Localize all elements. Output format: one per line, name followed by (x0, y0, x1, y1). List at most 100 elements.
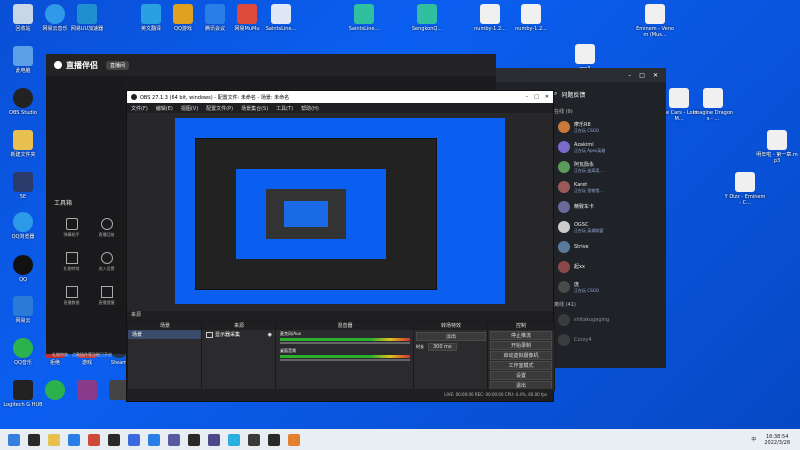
desktop-icon-file-numby2[interactable]: numby-1.2... (510, 4, 552, 32)
desktop-icon-file-sengkon[interactable]: SengkonQ... (406, 4, 448, 32)
desktop-icon-qq-browser[interactable]: QQ浏览器 (2, 212, 44, 240)
menu-scenes[interactable]: 场景集合(S) (241, 105, 268, 112)
maximize-button[interactable]: □ (534, 94, 539, 100)
tool-gift[interactable]: 礼物特效 (54, 250, 89, 284)
app-icon[interactable] (128, 433, 140, 446)
app-icon[interactable] (228, 433, 240, 446)
system-tray: 中 16:38:54 2022/3/28 (751, 434, 790, 446)
taskbar: 中 16:38:54 2022/3/28 (0, 429, 800, 450)
friend-item[interactable]: 庞正在玩 CSGO (554, 277, 664, 297)
desktop-icon-file-saints[interactable]: SaintsLine... (343, 4, 385, 32)
desktop-icon-folder[interactable]: 新建文件夹 (2, 130, 44, 158)
studio-mode-button[interactable]: 工作室模式 (490, 361, 552, 370)
menu-file[interactable]: 文件(F) (131, 105, 148, 112)
avatar (558, 141, 570, 153)
chart-icon (65, 286, 78, 298)
nested-preview-inner2 (266, 189, 346, 239)
settings-button[interactable]: 设置 (490, 371, 552, 380)
virtual-camera-button[interactable]: 启动虚拟摄像机 (490, 351, 552, 360)
volume-slider[interactable] (280, 342, 410, 344)
obs-menubar: 文件(F) 编辑(E) 视图(V) 配置文件(P) 场景集合(S) 工具(T) … (127, 103, 553, 113)
obs-window: OBS 27.1.3 (64 bit, windows) - 配置文件: 未命名… (126, 90, 555, 402)
folder-icon[interactable] (48, 433, 60, 446)
minimize-button[interactable]: – (526, 94, 529, 100)
tool-data[interactable]: 直播数据 (54, 284, 89, 318)
language-indicator[interactable]: 中 (751, 436, 756, 443)
avatar (558, 314, 570, 326)
edge-icon[interactable] (68, 433, 80, 446)
desktop-icon-uu[interactable]: 网易UU加速器 (66, 4, 108, 32)
source-item[interactable]: 显示器采集 ◉ (202, 330, 276, 339)
search-icon[interactable] (28, 433, 40, 446)
friend-item[interactable]: Strive (554, 237, 664, 257)
transition-select[interactable]: 淡出 (416, 332, 486, 341)
friend-item[interactable]: Karet 正在玩 怪物猎... (554, 177, 664, 197)
obs-preview[interactable] (175, 118, 505, 304)
friend-item[interactable]: 阿瓦励永 正在玩 逃离塔... (554, 157, 664, 177)
menu-view[interactable]: 视图(V) (181, 105, 198, 112)
app-icon[interactable] (108, 433, 120, 446)
friend-item[interactable]: 摩乐R8 正在玩 CSGO (554, 117, 664, 137)
app-icon[interactable] (288, 433, 300, 446)
app-icon[interactable] (88, 433, 100, 446)
close-button[interactable]: ✕ (545, 94, 549, 100)
app-icon[interactable] (208, 433, 220, 446)
tab-live[interactable]: 直播间 (106, 60, 130, 70)
friend-item[interactable]: Azakimi 正在玩 Apex英雄 (554, 137, 664, 157)
stop-streaming-button[interactable]: 停止推流 (490, 331, 552, 340)
monitor-icon (206, 331, 213, 338)
desktop-icon-obs[interactable]: OBS Studio (2, 88, 44, 116)
obs-taskbar-icon[interactable] (188, 433, 200, 446)
tool-remind[interactable]: 直播提醒 (89, 284, 124, 318)
mixer-dock: 混音器 麦克风/Aux 桌面音频 (275, 321, 415, 391)
tool-replay[interactable]: 直播回放 (89, 216, 124, 250)
friend-item[interactable]: 起xx (554, 257, 664, 277)
tool-settings[interactable]: 进入设置 (89, 250, 124, 284)
desktop-icon-mp3-eminem[interactable]: Eminem - Venom (Mus... (634, 4, 676, 38)
friend-item[interactable]: 精致车卡 (554, 197, 664, 217)
desktop-icon-qq[interactable]: QQ (2, 255, 44, 283)
feedback-button[interactable]: ⌕ 问题反馈 (554, 88, 614, 100)
app-icon[interactable] (148, 433, 160, 446)
desktop-icon-mp3-imagine[interactable]: Imagine Dragons - ... (692, 88, 734, 122)
menu-tools[interactable]: 工具(T) (276, 105, 293, 112)
volume-meter (280, 338, 410, 341)
mp3-file-icon (575, 44, 595, 64)
start-icon[interactable] (8, 433, 20, 446)
nested-preview-inner3 (284, 201, 328, 227)
friend-item[interactable]: OGSC 正在玩 英雄联盟 (554, 217, 664, 237)
menu-edit[interactable]: 编辑(E) (156, 105, 173, 112)
scene-item[interactable]: 场景 (128, 330, 202, 339)
desktop-icon-file-numby1[interactable]: numby-1.2... (469, 4, 511, 32)
menu-help[interactable]: 帮助(H) (301, 105, 319, 112)
menu-profile[interactable]: 配置文件(P) (206, 105, 233, 112)
desktop-icon-netease[interactable]: 网易云 (2, 296, 44, 324)
mp3-file-icon (669, 88, 689, 108)
app-icon[interactable] (248, 433, 260, 446)
clock[interactable]: 16:38:54 2022/3/28 (764, 434, 790, 446)
minimize-button[interactable]: – (628, 72, 631, 79)
controls-dock: 控制 停止推流 开始录制 启动虚拟摄像机 工作室模式 设置 退出 (487, 321, 555, 391)
app-icon[interactable] (168, 433, 180, 446)
app-icon (417, 4, 437, 24)
friend-item[interactable]: Czzzy4 (554, 330, 664, 350)
duration-input[interactable]: 300 ms (428, 343, 457, 351)
tool-danmu[interactable]: 弹幕助手 (54, 216, 89, 250)
obs-title: OBS 27.1.3 (64 bit, windows) - 配置文件: 未命名… (140, 94, 290, 101)
desktop-icon-mp3-ming[interactable]: 明年啦 - 第一章.mp3 (756, 130, 798, 164)
desktop-icon-mp3-ydizz[interactable]: Y Dizz - Eminem - C... (724, 172, 766, 206)
maximize-button[interactable]: □ (639, 72, 645, 79)
scenes-header: 场景 (128, 322, 202, 330)
desktop-icon-file-a[interactable]: SaintsLine... (260, 4, 302, 32)
app-icon[interactable] (268, 433, 280, 446)
uu-icon (77, 4, 97, 24)
eye-icon[interactable]: ◉ (268, 332, 272, 338)
start-recording-button[interactable]: 开始录制 (490, 341, 552, 350)
friend-item[interactable]: shitakugaging (554, 310, 664, 330)
close-button[interactable]: ✕ (653, 72, 658, 79)
desktop-icon-5e[interactable]: 5E (2, 172, 44, 200)
volume-slider[interactable] (280, 359, 410, 361)
translate-icon (141, 4, 161, 24)
desktop-icon-this-pc[interactable]: 此电脑 (2, 46, 44, 74)
mp3-file-icon (735, 172, 755, 192)
